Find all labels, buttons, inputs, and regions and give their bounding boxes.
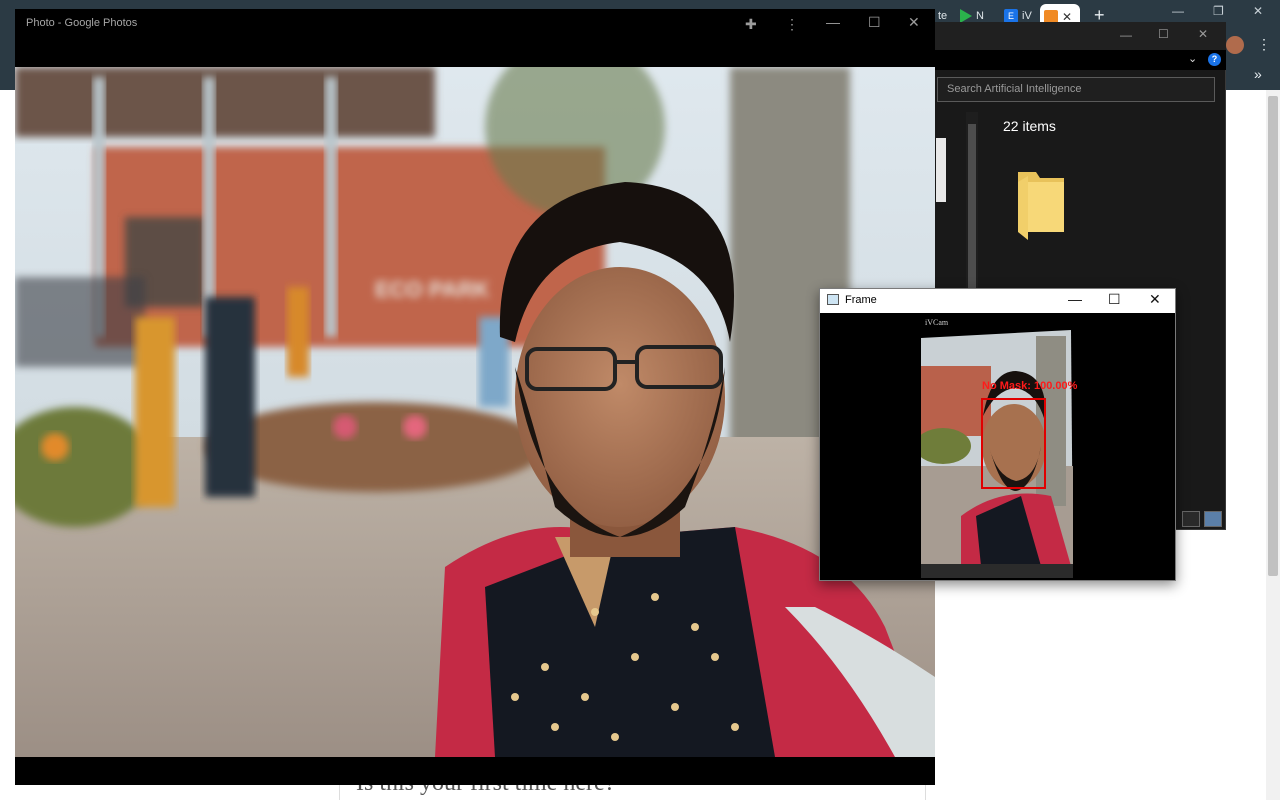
nav-pane-thumbnail bbox=[936, 138, 946, 202]
tab-label: N bbox=[976, 10, 984, 22]
nav-pane-scrollbar-thumb[interactable] bbox=[968, 124, 976, 294]
minimize-icon[interactable]: — bbox=[1068, 292, 1082, 306]
avatar[interactable] bbox=[1226, 36, 1244, 54]
search-input[interactable]: Search Artificial Intelligence bbox=[937, 77, 1215, 102]
details-view-icon[interactable] bbox=[1182, 511, 1200, 527]
detection-label: No Mask: 100.00% bbox=[982, 380, 1078, 392]
scene-sign: ECO PARK bbox=[375, 277, 490, 302]
minimize-icon[interactable]: — bbox=[1172, 4, 1184, 18]
close-icon[interactable]: ✕ bbox=[908, 15, 920, 29]
explorer-view-toggle bbox=[1178, 510, 1224, 528]
maximize-icon[interactable]: ☐ bbox=[868, 15, 881, 29]
browser-scrollbar-thumb[interactable] bbox=[1268, 96, 1278, 576]
close-icon[interactable]: ✕ bbox=[1253, 4, 1263, 18]
more-vert-icon[interactable]: ⋮ bbox=[785, 17, 799, 31]
content-divider bbox=[925, 784, 926, 800]
bookmarks-overflow-icon[interactable]: » bbox=[1254, 66, 1262, 82]
item-count: 22 items bbox=[1003, 118, 1056, 134]
play-store-icon bbox=[960, 9, 972, 23]
explorer-titlebar: — ☐ ✕ bbox=[930, 22, 1226, 50]
close-icon[interactable]: ✕ bbox=[1198, 27, 1208, 41]
tab-label: iV bbox=[1022, 10, 1032, 22]
puzzle-icon[interactable]: ✚ bbox=[745, 17, 757, 31]
face-detection-box bbox=[981, 398, 1046, 489]
restore-icon[interactable]: ❐ bbox=[1213, 4, 1224, 18]
folder-icon[interactable] bbox=[1014, 166, 1068, 246]
close-icon[interactable]: ✕ bbox=[1149, 292, 1161, 306]
edge-icon: E bbox=[1004, 9, 1018, 23]
tab-label: te bbox=[938, 10, 948, 22]
more-vert-icon[interactable]: ⋮ bbox=[1257, 36, 1271, 53]
app-window-icon bbox=[827, 294, 839, 305]
explorer-ribbon: ⌄ ? bbox=[930, 50, 1226, 70]
window-title: Frame bbox=[845, 294, 877, 306]
minimize-icon[interactable]: — bbox=[1120, 28, 1132, 42]
content-divider bbox=[339, 784, 340, 800]
help-icon[interactable]: ? bbox=[1208, 53, 1221, 66]
chevron-down-icon[interactable]: ⌄ bbox=[1188, 52, 1197, 65]
minimize-icon[interactable]: — bbox=[826, 15, 840, 29]
window-title: Photo - Google Photos bbox=[26, 17, 138, 29]
maximize-icon[interactable]: ☐ bbox=[1108, 292, 1121, 306]
maximize-icon[interactable]: ☐ bbox=[1158, 27, 1169, 41]
camera-label: iVCam bbox=[925, 318, 949, 327]
photo-image: ECO PARK bbox=[15, 67, 935, 757]
large-icons-view-icon[interactable] bbox=[1204, 511, 1222, 527]
